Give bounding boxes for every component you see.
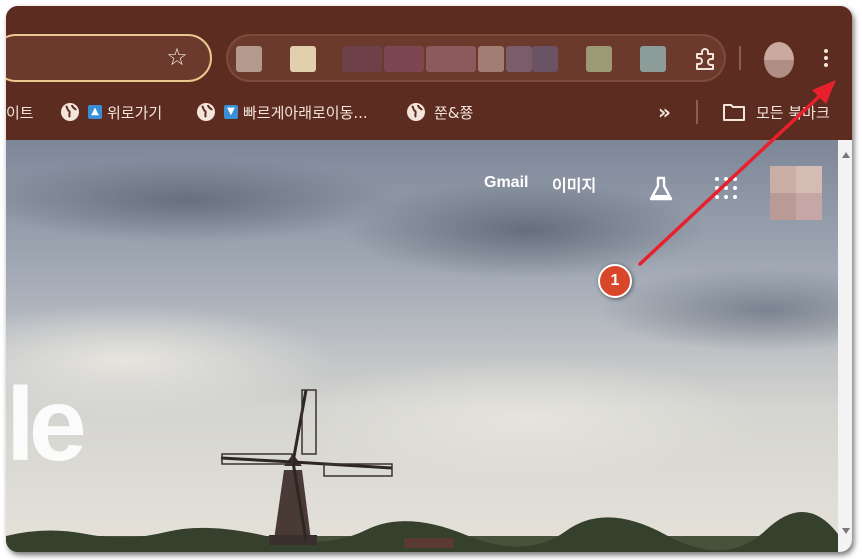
annotation-arrow	[638, 80, 836, 266]
annotation-step-badge: 1	[598, 264, 632, 298]
